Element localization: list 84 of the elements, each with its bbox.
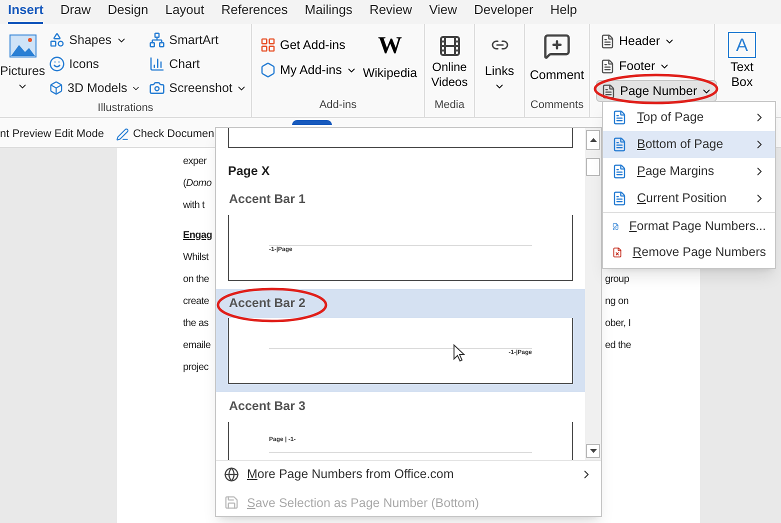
item-label: Accent Bar 2 [229,294,306,312]
grid-plus-icon [260,37,276,54]
film-icon [438,34,462,58]
ribbon-button[interactable]: 3D Models [45,76,146,100]
ribbon-button[interactable]: Screenshot [145,76,252,100]
wikipedia-button[interactable]: W Wikipedia [362,28,418,96]
ribbon-tab[interactable]: Layout [165,0,204,24]
menu-item[interactable]: Remove Page Numbers [603,239,775,266]
bar-chart-icon [149,56,166,72]
group-label: Comments [530,98,584,112]
pictures-button[interactable]: Pictures [0,28,46,100]
diagram-icon [149,32,166,48]
links-button[interactable]: Links [475,28,524,113]
menu-item[interactable]: Page Margins [603,158,775,185]
document-text: the as [183,316,208,330]
text-box-icon: A [728,32,756,58]
shapes-icon [49,32,66,48]
edit-mode-label: nt Preview Edit Mode [0,127,104,142]
document-text: emaile [183,338,211,352]
ribbon-tab[interactable]: Developer [474,0,534,24]
pen-icon [116,128,129,141]
document-text: ober, I [605,316,632,330]
item-label: Accent Bar 1 [229,190,306,208]
document-text: group [605,272,630,286]
page-icon [600,58,615,74]
page-icon [612,191,627,206]
scroll-down-icon[interactable] [586,444,600,458]
scroll-thumb[interactable] [586,158,600,176]
ribbon-button[interactable]: Footer [596,55,674,77]
camera-icon [149,80,166,96]
cube-icon [49,80,64,96]
ribbon-tab[interactable]: Review [369,0,412,24]
online-videos-button[interactable]: Online Videos [425,28,474,96]
page-icon [612,164,627,179]
ribbon-button[interactable]: Shapes [45,28,146,52]
document-text: ed the [605,338,632,352]
document-text: Engag [183,228,212,242]
item-label: Accent Bar 3 [229,398,306,416]
smiley-icon [49,56,66,72]
page-remove-icon [612,245,623,260]
document-text: create [183,294,209,308]
comment-button[interactable]: Comment [525,28,589,96]
save-icon [224,495,239,510]
menu-item[interactable]: Current Position [603,185,775,212]
menu-item[interactable]: More Page Numbers from Office.com [224,464,593,484]
ribbon-tab[interactable]: View [429,0,458,24]
my-add-ins-button[interactable]: My Add-ins [260,60,357,80]
page-icon [612,110,627,125]
page-icon [612,137,627,152]
page-icon [600,34,615,48]
globe-icon [224,466,239,482]
document-text: ng on [605,294,630,308]
document-text: (Domo [183,176,212,190]
scroll-up-icon[interactable] [586,130,600,150]
document-text: on the [183,272,210,286]
group-label: Add-ins [319,98,357,112]
ribbon-button[interactable]: Header [596,30,679,52]
scrollbar[interactable] [585,128,601,460]
document-text: projec [183,360,208,374]
ribbon-button[interactable]: Icons [45,52,146,76]
comment-icon [543,32,571,60]
section-heading: Page X [227,163,271,180]
ribbon-tab[interactable]: Draw [60,0,91,24]
check-document-button[interactable]: Check Documen [116,126,214,142]
ribbon-button[interactable]: SmartArt [145,28,252,52]
group-label: Illustrations [98,101,154,116]
mouse-pointer-icon [453,344,465,362]
menu-item[interactable]: Bottom of Page [603,131,775,158]
ribbon-tab[interactable]: Mailings [304,0,352,24]
toggle-switch[interactable] [292,120,332,125]
document-text: exper [183,154,207,168]
ribbon-button[interactable]: Chart [145,52,252,76]
ribbon-tab[interactable]: Design [108,0,148,24]
menu-item[interactable]: Format Page Numbers... [603,212,775,239]
ribbon-tab[interactable]: References [221,0,288,24]
document-text: with t [183,198,205,212]
group-label: Media [434,98,464,112]
document-text: Whilst [183,250,208,264]
ribbon-tab[interactable]: Help [550,0,578,24]
picture-icon [8,34,37,58]
get-add-ins-button[interactable]: Get Add-ins [260,36,357,55]
hexagon-icon [260,62,276,78]
wikipedia-logo: W [378,34,402,58]
page-icon [601,84,616,98]
